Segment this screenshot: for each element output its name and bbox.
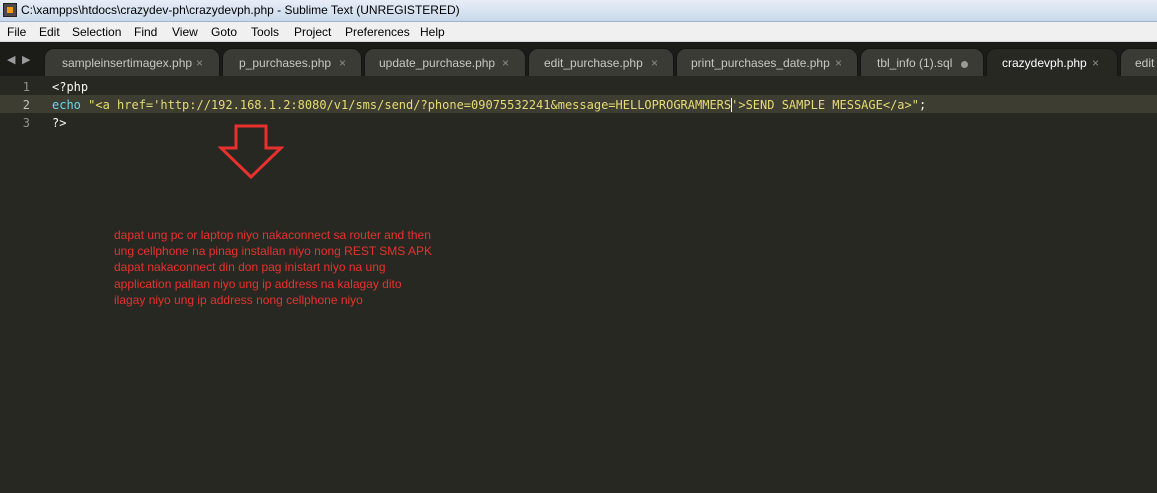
echo-keyword: echo: [52, 98, 81, 112]
menu-find[interactable]: Find: [134, 25, 157, 39]
annotation-line: ung cellphone na pinag installan niyo no…: [114, 244, 432, 259]
tab-p-purchases[interactable]: p_purchases.php ×: [222, 48, 362, 76]
title-bar: C:\xampps\htdocs\crazydev-ph\crazydevph.…: [0, 0, 1157, 22]
red-down-arrow-icon: [218, 124, 284, 180]
menu-edit[interactable]: Edit: [39, 25, 60, 39]
code-line-2: echo "<a href='http://192.168.1.2:8080/v…: [52, 98, 926, 112]
line-number: 1: [22, 80, 30, 94]
tab-label: sampleinsertimagex.php: [62, 56, 193, 70]
tab-label: update_purchase.php: [379, 56, 496, 70]
tab-close-icon[interactable]: ×: [1092, 56, 1099, 70]
string-part-a: "<a href='http://192.168.1.2:8080/v1/sms…: [80, 98, 732, 112]
tab-edit-truncated[interactable]: edit: [1120, 48, 1157, 76]
menu-selection[interactable]: Selection: [72, 25, 121, 39]
tab-edit-purchase[interactable]: edit_purchase.php ×: [528, 48, 674, 76]
tab-label: p_purchases.php: [239, 56, 332, 70]
annotation-note: dapat ung pc or laptop niyo nakaconnect …: [114, 227, 534, 308]
annotation-line: dapat nakaconnect din don pag inistart n…: [114, 260, 386, 275]
annotation-line: dapat ung pc or laptop niyo nakaconnect …: [114, 228, 431, 242]
menu-tools[interactable]: Tools: [251, 25, 279, 39]
tab-close-icon[interactable]: ×: [835, 56, 842, 70]
tab-print-purchases-date[interactable]: print_purchases_date.php ×: [676, 48, 858, 76]
window-title: C:\xampps\htdocs\crazydev-ph\crazydevph.…: [21, 3, 460, 17]
line-number: 2: [22, 98, 30, 112]
tab-label: crazydevph.php: [1002, 56, 1087, 70]
menu-file[interactable]: File: [7, 25, 26, 39]
tab-close-icon[interactable]: ×: [196, 56, 203, 70]
menu-help[interactable]: Help: [420, 25, 445, 39]
tab-label: tbl_info (1).sql: [877, 56, 953, 70]
line-number: 3: [22, 116, 30, 130]
tab-crazydevph[interactable]: crazydevph.php ×: [986, 48, 1118, 76]
annotation-line: application palitan niyo ung ip address …: [114, 276, 402, 291]
menu-bar: File Edit Selection Find View Goto Tools…: [0, 22, 1157, 42]
code-line-1: <?php: [52, 80, 89, 94]
tab-close-icon[interactable]: ×: [651, 56, 658, 70]
tab-label: edit_purchase.php: [544, 56, 643, 70]
tab-tbl-info-sql[interactable]: tbl_info (1).sql: [860, 48, 984, 76]
code-line-3: ?>: [52, 116, 67, 130]
semicolon: ;: [918, 98, 927, 112]
menu-preferences[interactable]: Preferences: [345, 25, 410, 39]
tab-update-purchase[interactable]: update_purchase.php ×: [364, 48, 526, 76]
sublime-app-icon: [3, 3, 17, 17]
menu-project[interactable]: Project: [294, 25, 331, 39]
tab-close-icon[interactable]: ×: [502, 56, 509, 70]
annotation-line: ilagay niyo ung ip address nong cellphon…: [114, 292, 363, 307]
tab-sampleinsertimagex[interactable]: sampleinsertimagex.php ×: [44, 48, 220, 76]
tab-next-icon[interactable]: ▶: [22, 53, 30, 66]
menu-view[interactable]: View: [172, 25, 198, 39]
menu-goto[interactable]: Goto: [211, 25, 237, 39]
tab-label: print_purchases_date.php: [691, 56, 830, 70]
tab-close-icon[interactable]: ×: [339, 56, 346, 70]
tab-prev-icon[interactable]: ◀: [7, 53, 15, 66]
string-part-b: '>SEND SAMPLE MESSAGE</a>": [731, 98, 919, 112]
tab-label: edit: [1135, 56, 1155, 70]
unsaved-dot-icon[interactable]: [961, 61, 968, 68]
tab-bar: ◀ ▶ sampleinsertimagex.php × p_purchases…: [0, 42, 1157, 76]
